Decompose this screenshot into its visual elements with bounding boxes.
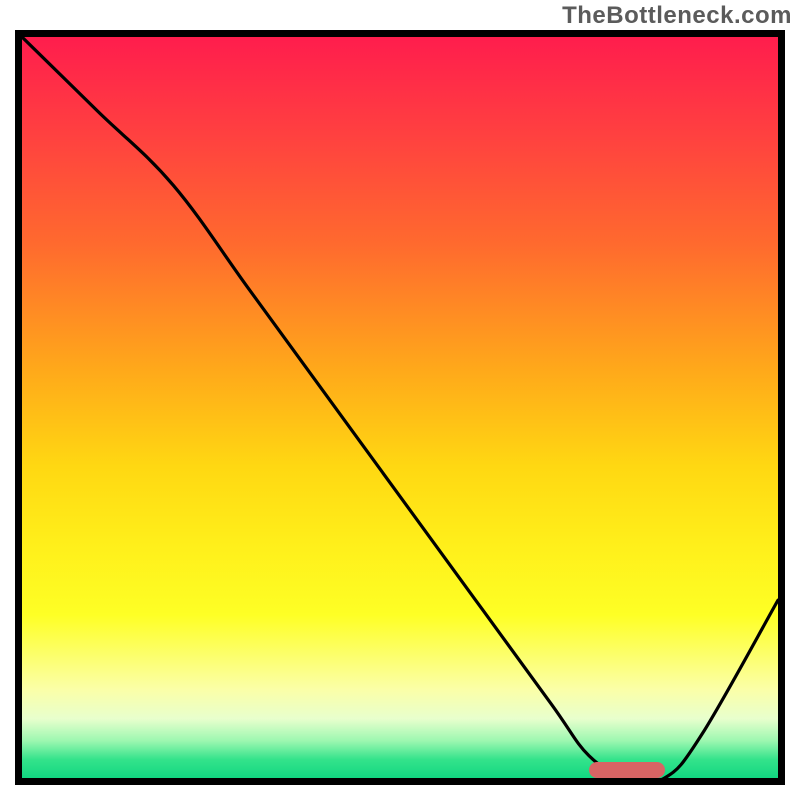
optimal-marker: [589, 762, 665, 778]
plot-area: [15, 30, 785, 785]
attribution-label: TheBottleneck.com: [562, 2, 792, 30]
chart-frame: TheBottleneck.com: [0, 0, 800, 800]
bottleneck-curve: [22, 37, 778, 778]
